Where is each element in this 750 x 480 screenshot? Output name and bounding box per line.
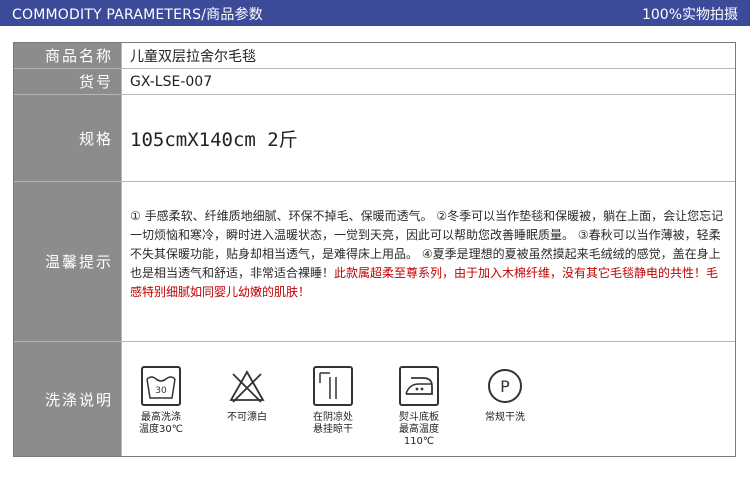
care-caption-line2: 悬挂晾干 [313,424,353,435]
care-caption-line1: 最高洗涤 [141,412,181,423]
param-label: 商品名称 [14,43,122,68]
param-row-tips: 温馨提示 ① 手感柔软、纤维质地细腻、环保不掉毛、保暖而透气。 ②冬季可以当作垫… [14,182,735,342]
dry-clean-p-icon: P [485,366,525,406]
care-label: 洗涤说明 [14,342,122,456]
header-right-text: 100%实物拍摄 [641,7,738,23]
care-item-iron: 熨斗底板 最高温度110℃ [388,366,450,448]
care-item-no-bleach: 不可漂白 [216,366,278,424]
dry-clean-letter: P [500,377,510,396]
care-caption: 不可漂白 [227,412,267,424]
param-row-sku: 货号 GX-LSE-007 [14,69,735,95]
iron-icon [399,366,439,406]
wash-temp-number: 30 [155,386,167,396]
care-caption-line2: 温度30℃ [139,424,183,435]
care-caption: 最高洗涤 温度30℃ [139,412,183,436]
parameters-table: 商品名称 儿童双层拉舍尔毛毯 货号 GX-LSE-007 规格 105cmX14… [13,42,736,457]
header-title: COMMODITY PARAMETERS/商品参数 [12,7,263,23]
care-item-wash: 30 最高洗涤 温度30℃ [130,366,192,436]
care-caption-line2: 最高温度110℃ [399,424,439,447]
care-caption: 在阴凉处 悬挂晾干 [313,412,353,436]
care-caption-line1: 熨斗底板 [399,412,439,423]
care-caption-line1: 不可漂白 [227,412,267,423]
care-caption-line1: 在阴凉处 [313,412,353,423]
no-bleach-icon [227,366,267,406]
care-item-line-dry: 在阴凉处 悬挂晾干 [302,366,364,436]
param-value: GX-LSE-007 [130,73,213,90]
param-value: 105cmX140cm 2斤 [130,128,298,151]
param-label: 货号 [14,69,122,94]
line-dry-shade-icon [313,366,353,406]
param-row-name: 商品名称 儿童双层拉舍尔毛毯 [14,43,735,69]
header-bar: COMMODITY PARAMETERS/商品参数 100%实物拍摄 [0,0,750,26]
tips-text-block: ① 手感柔软、纤维质地细腻、环保不掉毛、保暖而透气。 ②冬季可以当作垫毯和保暖被… [130,182,727,366]
param-value: 儿童双层拉舍尔毛毯 [130,48,256,65]
care-caption: 常规干洗 [485,412,525,424]
param-label: 规格 [14,95,122,181]
care-icons: 30 最高洗涤 温度30℃ 不可漂白 在阴凉处 悬挂晾干 熨斗底板 最高温度11… [130,342,727,480]
care-caption: 熨斗底板 最高温度110℃ [388,412,450,448]
param-row-care: 洗涤说明 30 最高洗涤 温度30℃ 不可漂白 在阴凉处 悬挂晾干 熨斗底板 最… [14,342,735,456]
care-caption-line1: 常规干洗 [485,412,525,423]
param-row-size: 规格 105cmX140cm 2斤 [14,95,735,182]
tips-label: 温馨提示 [14,182,122,341]
wash-30-icon: 30 [141,366,181,406]
care-item-dry-clean: P 常规干洗 [474,366,536,424]
